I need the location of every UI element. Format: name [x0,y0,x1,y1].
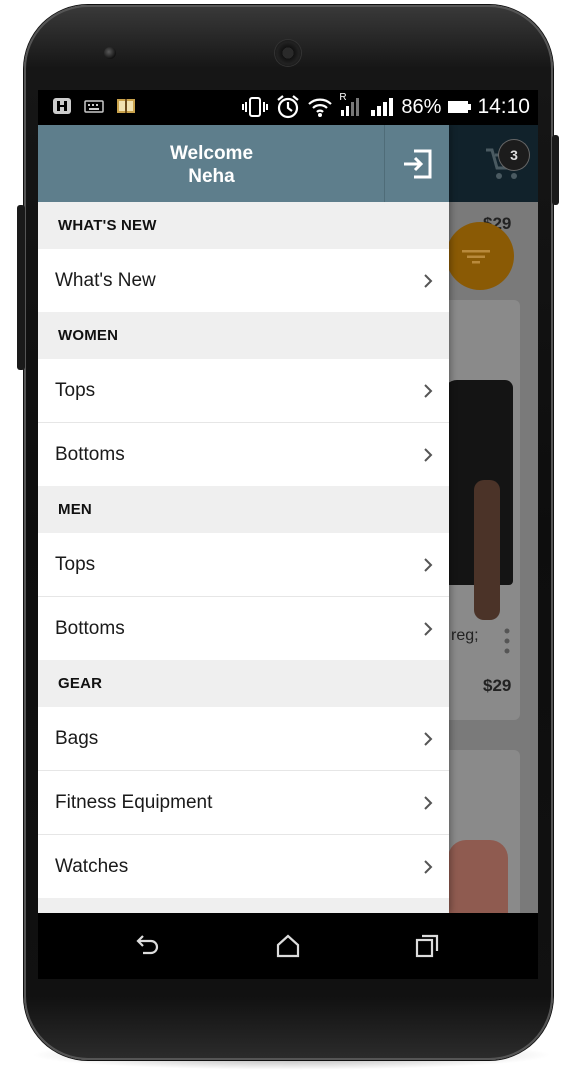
home-icon[interactable] [275,933,301,959]
chevron-right-icon [424,795,433,810]
volume-button [17,205,25,370]
section-header-gear: GEAR [38,660,449,707]
clock: 14:10 [477,95,530,118]
book-icon [117,99,135,113]
navigation-drawer: Welcome Neha WHAT'S NEW What's New WOMEN… [38,125,449,913]
battery-percent: 86% [401,95,442,118]
filter-icon [462,250,490,264]
menu-item-women-tops[interactable]: Tops [38,359,449,423]
welcome-message: Welcome Neha [38,142,385,188]
menu-item-label: Watches [55,855,129,877]
earpiece-speaker [275,40,301,66]
menu-item-men-tops[interactable]: Tops [38,533,449,597]
more-options-icon[interactable] [504,627,510,655]
section-header-whats-new: WHAT'S NEW [38,202,449,249]
alarm-icon [277,95,300,119]
menu-item-label: What's New [55,269,156,291]
menu-item-bags[interactable]: Bags [38,707,449,771]
keyboard-icon [84,100,104,113]
status-bar: R 86% 14:10 [38,90,538,125]
logout-icon [403,149,431,178]
menu-item-label: Tops [55,379,96,401]
chevron-right-icon [424,621,433,636]
signal-roaming-icon: R [339,92,363,118]
chevron-right-icon [424,859,433,874]
battery-icon [448,101,472,113]
chevron-right-icon [424,557,433,572]
product-image [448,840,508,913]
menu-item-label: Tops [55,553,96,575]
menu-item-label: Bottoms [55,443,125,465]
menu-item-women-bottoms[interactable]: Bottoms [38,423,449,486]
front-camera [104,47,116,59]
menu-item-label: Bags [55,727,99,749]
user-name: Neha [188,166,235,187]
logout-button[interactable] [384,125,449,202]
signal-icon [371,98,394,116]
back-icon[interactable] [135,933,161,959]
recents-icon[interactable] [414,933,440,959]
chevron-right-icon [424,447,433,462]
drawer-header: Welcome Neha [38,125,449,202]
product-name: reg; [451,627,479,644]
welcome-line: Welcome [169,143,254,164]
menu-item-fitness-equipment[interactable]: Fitness Equipment [38,771,449,835]
chevron-right-icon [424,273,433,288]
wifi-icon [308,98,333,117]
chevron-right-icon [424,731,433,746]
power-button [552,135,559,205]
section-header-women: WOMEN [38,312,449,359]
screen: R 86% 14:10 3 $29 reg; $29 Welcome Neha [38,90,538,913]
menu-item-men-bottoms[interactable]: Bottoms [38,597,449,660]
menu-item-label: Fitness Equipment [55,791,213,813]
section-divider [38,898,449,913]
menu-item-whats-new[interactable]: What's New [38,249,449,312]
cart-count-badge: 3 [499,140,529,170]
system-navigation-bar [38,913,538,979]
product-image-arm [474,480,500,620]
product-price: $29 [483,676,512,695]
chevron-right-icon [424,383,433,398]
vibrate-icon [242,97,269,117]
app-notification-icon [53,98,71,114]
menu-item-watches[interactable]: Watches [38,835,449,898]
section-header-men: MEN [38,486,449,533]
menu-item-label: Bottoms [55,617,125,639]
